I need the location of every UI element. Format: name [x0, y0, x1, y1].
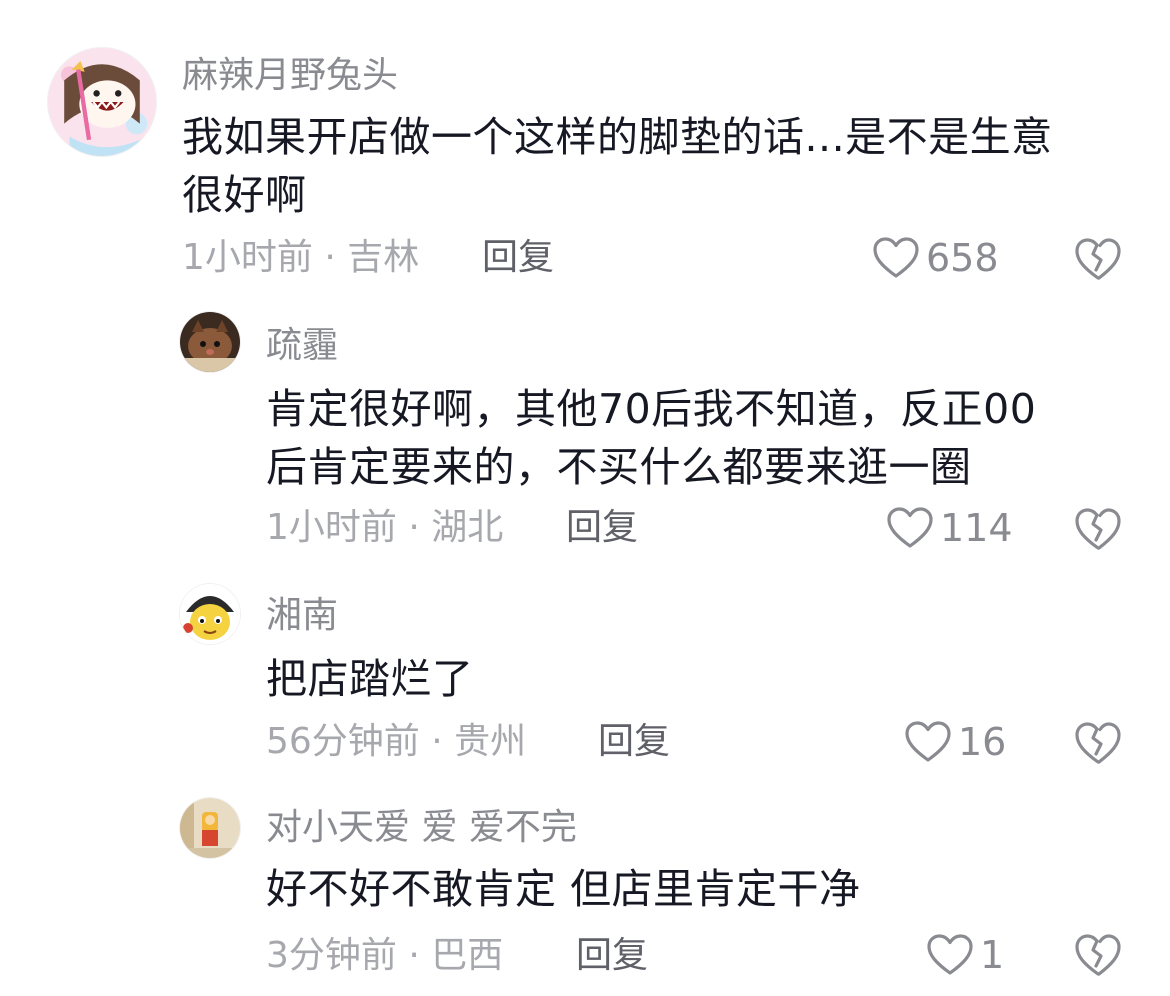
comment-meta: 1小时前 · 吉林: [182, 237, 420, 278]
broken-heart-icon: [1075, 508, 1121, 550]
comment-item: 对小天爱 爱 爱不完 好不好不敢肯定 但店里肯定干净 3分钟前 · 巴西 回复 …: [0, 780, 1170, 996]
comment-username[interactable]: 疏霾: [266, 328, 338, 364]
comment-text-line: 后肯定要来的，不买什么都要来逛一圈: [266, 443, 972, 491]
broken-heart-icon: [1075, 722, 1121, 764]
heart-outline-icon: [872, 236, 920, 280]
comment-item: 麻辣月野兔头 我如果开店做一个这样的脚垫的话...是不是生意 很好啊 1小时前 …: [0, 0, 1170, 290]
like-count: 114: [940, 506, 1013, 550]
heart-outline-icon: [926, 933, 974, 977]
comment-text-line: 我如果开店做一个这样的脚垫的话...是不是生意: [182, 113, 1053, 161]
comment-username[interactable]: 湘南: [266, 598, 338, 634]
comment-text: 肯定很好啊，其他70后我不知道，反正00 后肯定要来的，不买什么都要来逛一圈: [266, 380, 1146, 496]
broken-heart-icon: [1075, 238, 1121, 280]
comment-item: 湘南 把店踏烂了 56分钟前 · 贵州 回复 16: [0, 560, 1170, 780]
comment-item: 疏霾 肯定很好啊，其他70后我不知道，反正00 后肯定要来的，不买什么都要来逛一…: [0, 290, 1170, 560]
heart-outline-icon: [904, 720, 952, 764]
broken-heart-icon: [1075, 934, 1121, 976]
dislike-button[interactable]: [1074, 506, 1122, 552]
like-button[interactable]: 16: [904, 717, 1006, 767]
avatar[interactable]: [180, 798, 240, 858]
reply-button[interactable]: 回复: [598, 724, 670, 760]
comment-text: 好不好不敢肯定 但店里肯定干净: [266, 860, 1146, 918]
avatar[interactable]: [48, 48, 156, 156]
like-count: 1: [980, 933, 1005, 977]
comment-username[interactable]: 麻辣月野兔头: [182, 58, 398, 94]
comment-meta: 1小时前 · 湖北: [266, 507, 504, 548]
avatar[interactable]: [180, 584, 240, 644]
reply-button[interactable]: 回复: [482, 240, 554, 276]
like-count: 658: [926, 236, 999, 280]
comment-text-line: 肯定很好啊，其他70后我不知道，反正00: [266, 385, 1037, 433]
comment-text-line: 很好啊: [182, 171, 307, 219]
dislike-button[interactable]: [1074, 720, 1122, 766]
comment-text-line: 把店踏烂了: [266, 655, 474, 703]
comment-text: 我如果开店做一个这样的脚垫的话...是不是生意 很好啊: [182, 108, 1142, 224]
comment-username[interactable]: 对小天爱 爱 爱不完: [266, 810, 577, 846]
comment-text: 把店踏烂了: [266, 650, 1146, 708]
like-button[interactable]: 1: [926, 930, 1004, 980]
avatar[interactable]: [180, 312, 240, 372]
heart-outline-icon: [886, 506, 934, 550]
reply-button[interactable]: 回复: [576, 938, 648, 974]
comment-text-line: 好不好不敢肯定 但店里肯定干净: [266, 865, 861, 913]
like-count: 16: [958, 720, 1007, 764]
like-button[interactable]: 114: [886, 503, 1013, 553]
reply-button[interactable]: 回复: [566, 510, 638, 546]
comment-meta: 56分钟前 · 贵州: [266, 721, 527, 762]
like-button[interactable]: 658: [872, 233, 999, 283]
dislike-button[interactable]: [1074, 236, 1122, 282]
dislike-button[interactable]: [1074, 932, 1122, 978]
comment-meta: 3分钟前 · 巴西: [266, 935, 504, 976]
